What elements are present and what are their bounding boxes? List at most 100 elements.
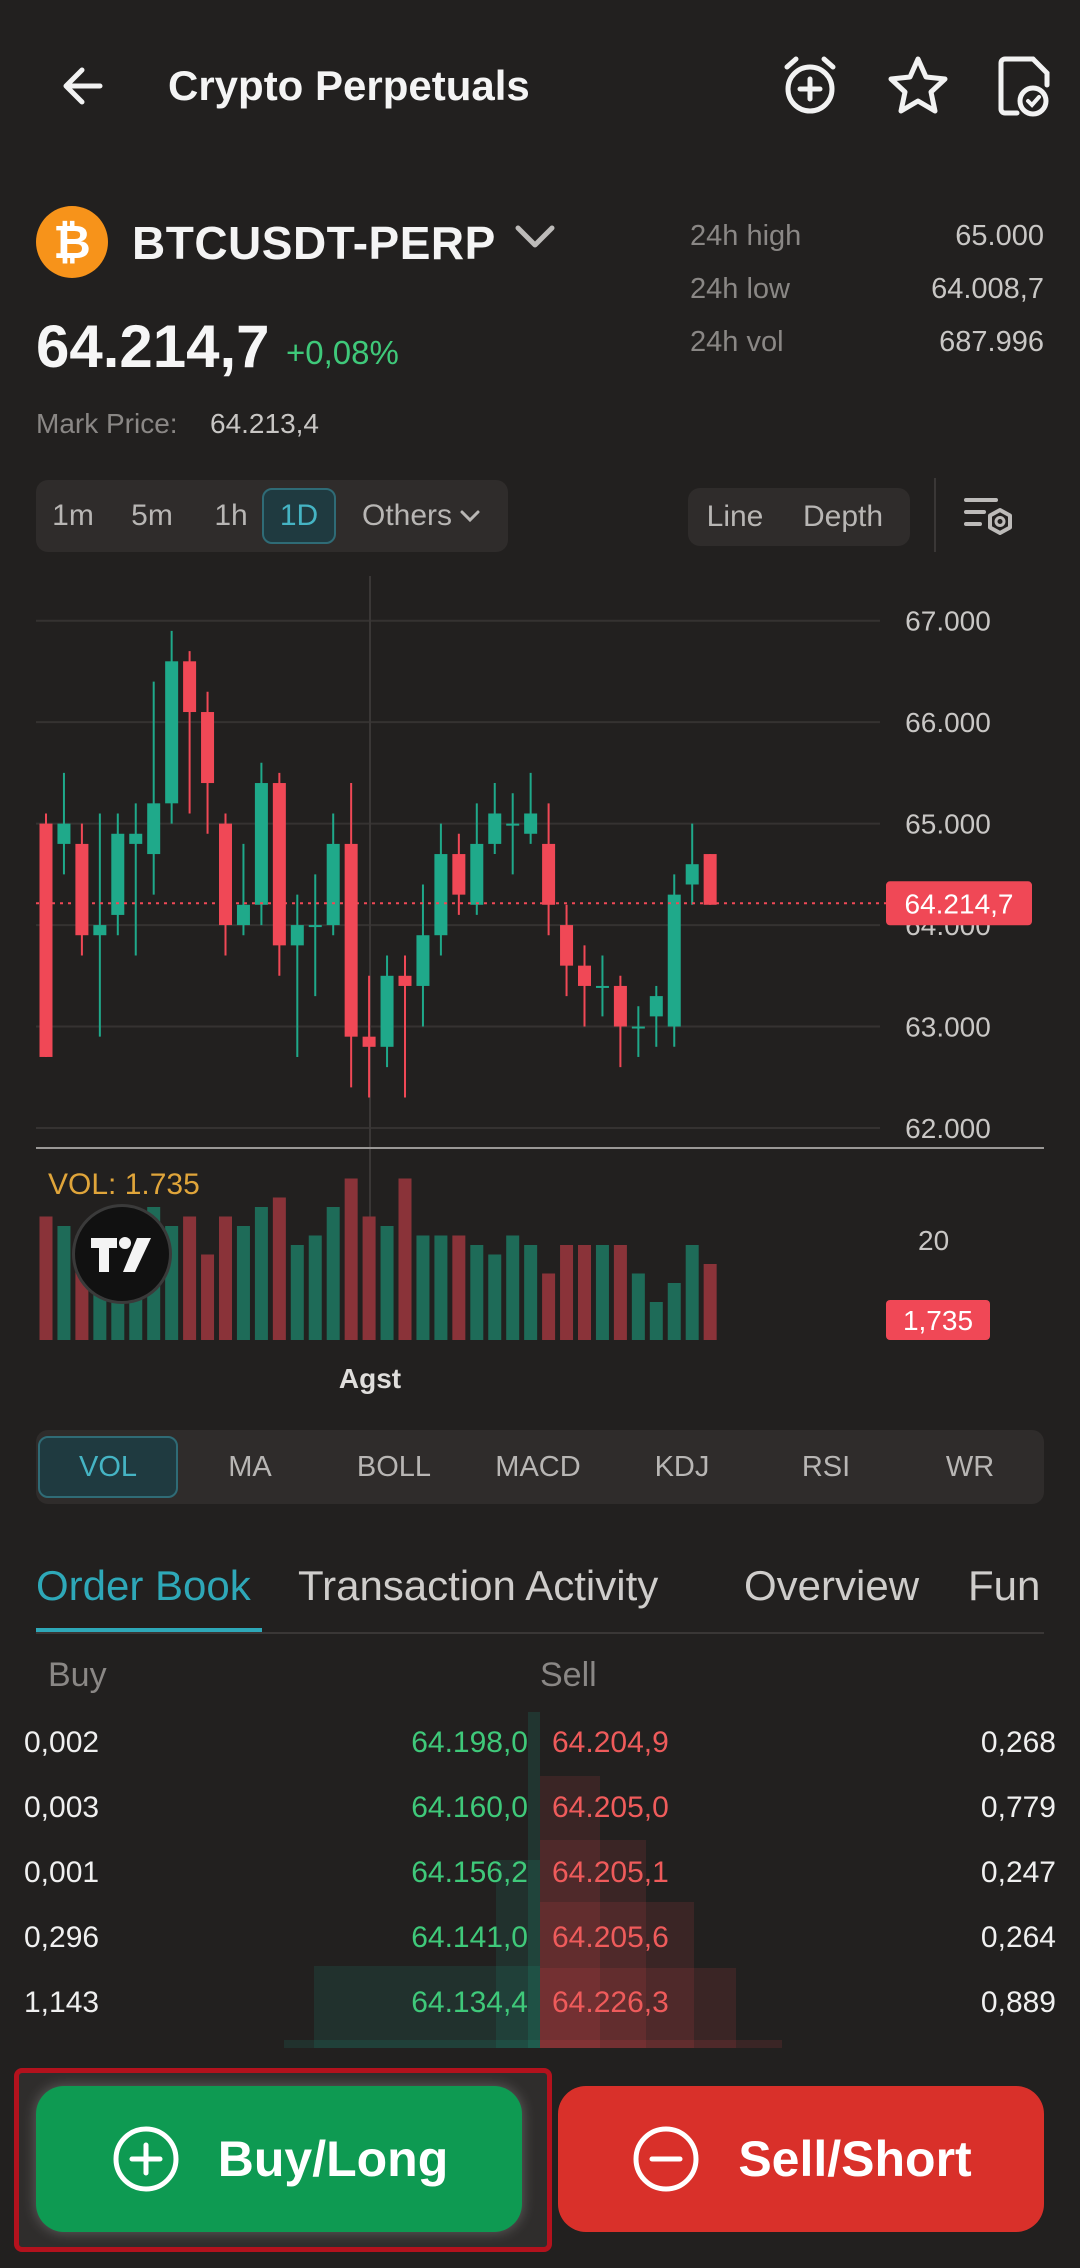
tab-divider <box>36 1632 1044 1634</box>
volume-bar <box>452 1235 466 1340</box>
volume-bar <box>398 1178 412 1340</box>
indicator-ma[interactable]: MA <box>180 1436 320 1498</box>
candle-body <box>524 813 538 834</box>
tab-overview[interactable]: Overview <box>744 1562 919 1610</box>
buy-price: 64.160,0 <box>411 1791 528 1824</box>
candle-body <box>542 843 556 905</box>
buy-qty: 0,003 <box>24 1791 100 1824</box>
interval-others[interactable]: Others <box>342 488 502 544</box>
volume-bar <box>57 1226 71 1340</box>
candle-body <box>254 783 268 905</box>
candle-body <box>667 894 681 1027</box>
volume-bar <box>308 1235 322 1340</box>
buy-long-button[interactable]: Buy/Long <box>36 2086 522 2232</box>
sell-qty: 0,268 <box>980 1726 1056 1759</box>
volume-bar <box>649 1302 663 1340</box>
sell-price: 64.205,6 <box>552 1921 669 1954</box>
chart-mode-selector: Line Depth <box>688 488 910 546</box>
candle-body <box>452 854 466 895</box>
volume-bar <box>613 1245 627 1340</box>
indicator-boll[interactable]: BOLL <box>324 1436 464 1498</box>
order-book-sell-header: Sell <box>540 1656 597 1694</box>
stat-value-low: 64.008,7 <box>931 273 1044 305</box>
y-tick-label: 67.000 <box>905 606 991 637</box>
candle-body <box>703 854 717 905</box>
indicator-wr[interactable]: WR <box>900 1436 1040 1498</box>
back-arrow-icon[interactable] <box>44 46 124 126</box>
volume-bar <box>542 1273 556 1340</box>
order-book-row[interactable]: 0,296 64.141,0 64.205,6 0,264 <box>0 1907 1080 1971</box>
candle-body <box>398 975 412 986</box>
candle-body <box>685 864 699 885</box>
buy-price: 64.156,2 <box>411 1856 528 1889</box>
order-book-row[interactable]: 0,002 64.198,0 64.204,9 0,268 <box>0 1712 1080 1776</box>
mode-line[interactable]: Line <box>690 489 780 545</box>
volume-bar <box>631 1273 645 1340</box>
interval-others-label: Others <box>361 499 453 532</box>
interval-5m[interactable]: 5m <box>116 488 188 544</box>
candle-body <box>236 904 250 926</box>
interval-1d[interactable]: 1D <box>262 488 336 544</box>
order-book-buy-header: Buy <box>48 1656 107 1694</box>
interval-1m[interactable]: 1m <box>42 488 104 544</box>
sell-short-button[interactable]: Sell/Short <box>558 2086 1044 2232</box>
candle-body <box>488 813 502 844</box>
indicator-vol[interactable]: VOL <box>38 1436 178 1498</box>
candle-body <box>595 985 609 988</box>
candle-body <box>165 661 179 804</box>
order-book-row[interactable]: 0,001 64.156,2 64.205,1 0,247 <box>0 1842 1080 1906</box>
volume-bar <box>219 1216 232 1340</box>
stat-label-low: 24h low <box>690 273 790 305</box>
stat-value-high: 65.000 <box>955 220 1044 252</box>
candle-body <box>57 823 71 844</box>
order-book-row[interactable]: 1,143 64.134,4 64.226,3 0,889 <box>0 1972 1080 2036</box>
divider <box>934 478 936 552</box>
symbol-selector[interactable]: BTCUSDT-PERP <box>132 216 496 270</box>
buy-price: 64.134,4 <box>411 1986 528 2019</box>
volume-label: VOL: 1.735 <box>48 1168 200 1201</box>
sell-price: 64.205,1 <box>552 1856 669 1889</box>
share-icon[interactable] <box>984 46 1064 126</box>
order-book: 0,002 64.198,0 64.204,9 0,268 0,003 64.1… <box>0 1712 1080 2052</box>
stat-label-high: 24h high <box>690 220 802 252</box>
candle-body <box>560 925 574 966</box>
sell-price: 64.226,3 <box>552 1986 669 2019</box>
indicator-rsi[interactable]: RSI <box>756 1436 896 1498</box>
volume-bar <box>344 1178 358 1340</box>
volume-bar <box>506 1235 520 1340</box>
page-title: Crypto Perpetuals <box>168 62 530 109</box>
candle-body <box>434 854 448 936</box>
tab-order-book[interactable]: Order Book <box>36 1562 251 1610</box>
tab-transaction-activity[interactable]: Transaction Activity <box>298 1562 658 1610</box>
volume-bar <box>183 1216 197 1340</box>
top-bar: Crypto Perpetuals <box>0 0 1080 180</box>
depth-bar-buy <box>284 2040 540 2048</box>
interval-1h[interactable]: 1h <box>200 488 262 544</box>
chart-settings-icon[interactable] <box>960 488 1018 551</box>
sell-price: 64.205,0 <box>552 1791 669 1824</box>
interval-selector: 1m 5m 1h 1D Others <box>36 480 508 552</box>
indicator-macd[interactable]: MACD <box>468 1436 608 1498</box>
candle-body <box>93 925 107 936</box>
mode-depth[interactable]: Depth <box>784 489 902 545</box>
candle-body <box>290 925 304 946</box>
sell-qty: 0,889 <box>980 1986 1056 2019</box>
y-tick-label: 62.000 <box>905 1113 991 1144</box>
stat-value-vol: 687.996 <box>939 326 1044 358</box>
indicator-kdj[interactable]: KDJ <box>612 1436 752 1498</box>
volume-bar <box>236 1226 250 1340</box>
tab-funding[interactable]: Fun <box>968 1562 1040 1610</box>
volume-tick-label: 20 <box>918 1225 949 1256</box>
star-icon[interactable] <box>878 46 958 126</box>
volume-bar <box>560 1245 574 1340</box>
candle-body <box>183 661 197 713</box>
sell-qty: 0,779 <box>980 1791 1056 1824</box>
buy-long-label: Buy/Long <box>217 2131 449 2187</box>
volume-bar <box>416 1235 430 1340</box>
order-book-row[interactable]: 0,003 64.160,0 64.205,0 0,779 <box>0 1777 1080 1841</box>
price-alert-icon[interactable] <box>770 46 850 126</box>
depth-bar-sell <box>540 2040 782 2048</box>
candle-body <box>344 843 358 1037</box>
chevron-down-icon[interactable] <box>512 222 558 257</box>
sell-qty: 0,264 <box>980 1921 1056 1954</box>
